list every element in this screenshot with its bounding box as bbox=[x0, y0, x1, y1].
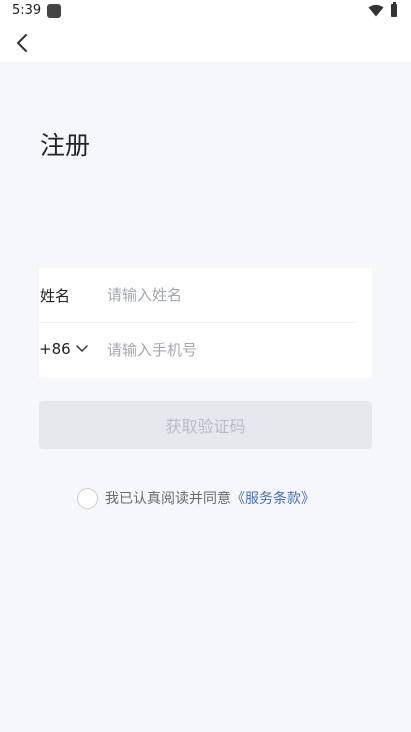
back-chevron-icon[interactable] bbox=[13, 33, 33, 53]
phone-row: +86 bbox=[39, 323, 372, 378]
app-notification-icon bbox=[47, 4, 61, 18]
get-verification-code-button[interactable]: 获取验证码 bbox=[39, 401, 372, 449]
country-code-selector[interactable]: +86 bbox=[39, 340, 88, 358]
page-title: 注册 bbox=[40, 131, 91, 160]
phone-input[interactable] bbox=[107, 336, 357, 364]
register-form: 姓名 +86 bbox=[39, 268, 372, 378]
agreement-text: 我已认真阅读并同意 bbox=[105, 491, 231, 507]
battery-icon bbox=[391, 2, 397, 17]
country-code-value: +86 bbox=[39, 340, 71, 358]
chevron-down-icon bbox=[75, 345, 88, 352]
agreement: 我已认真阅读并同意 《服务条款》 bbox=[77, 487, 315, 509]
agree-checkbox[interactable] bbox=[77, 487, 98, 509]
status-bar: 5:39 bbox=[0, 0, 411, 24]
name-input[interactable] bbox=[107, 281, 357, 309]
status-time: 5:39 bbox=[12, 3, 42, 18]
wifi-icon bbox=[368, 4, 384, 17]
name-label: 姓名 bbox=[40, 287, 71, 305]
nav-bar bbox=[0, 24, 411, 62]
name-row: 姓名 bbox=[39, 268, 372, 323]
terms-of-service-link[interactable]: 《服务条款》 bbox=[231, 488, 315, 508]
